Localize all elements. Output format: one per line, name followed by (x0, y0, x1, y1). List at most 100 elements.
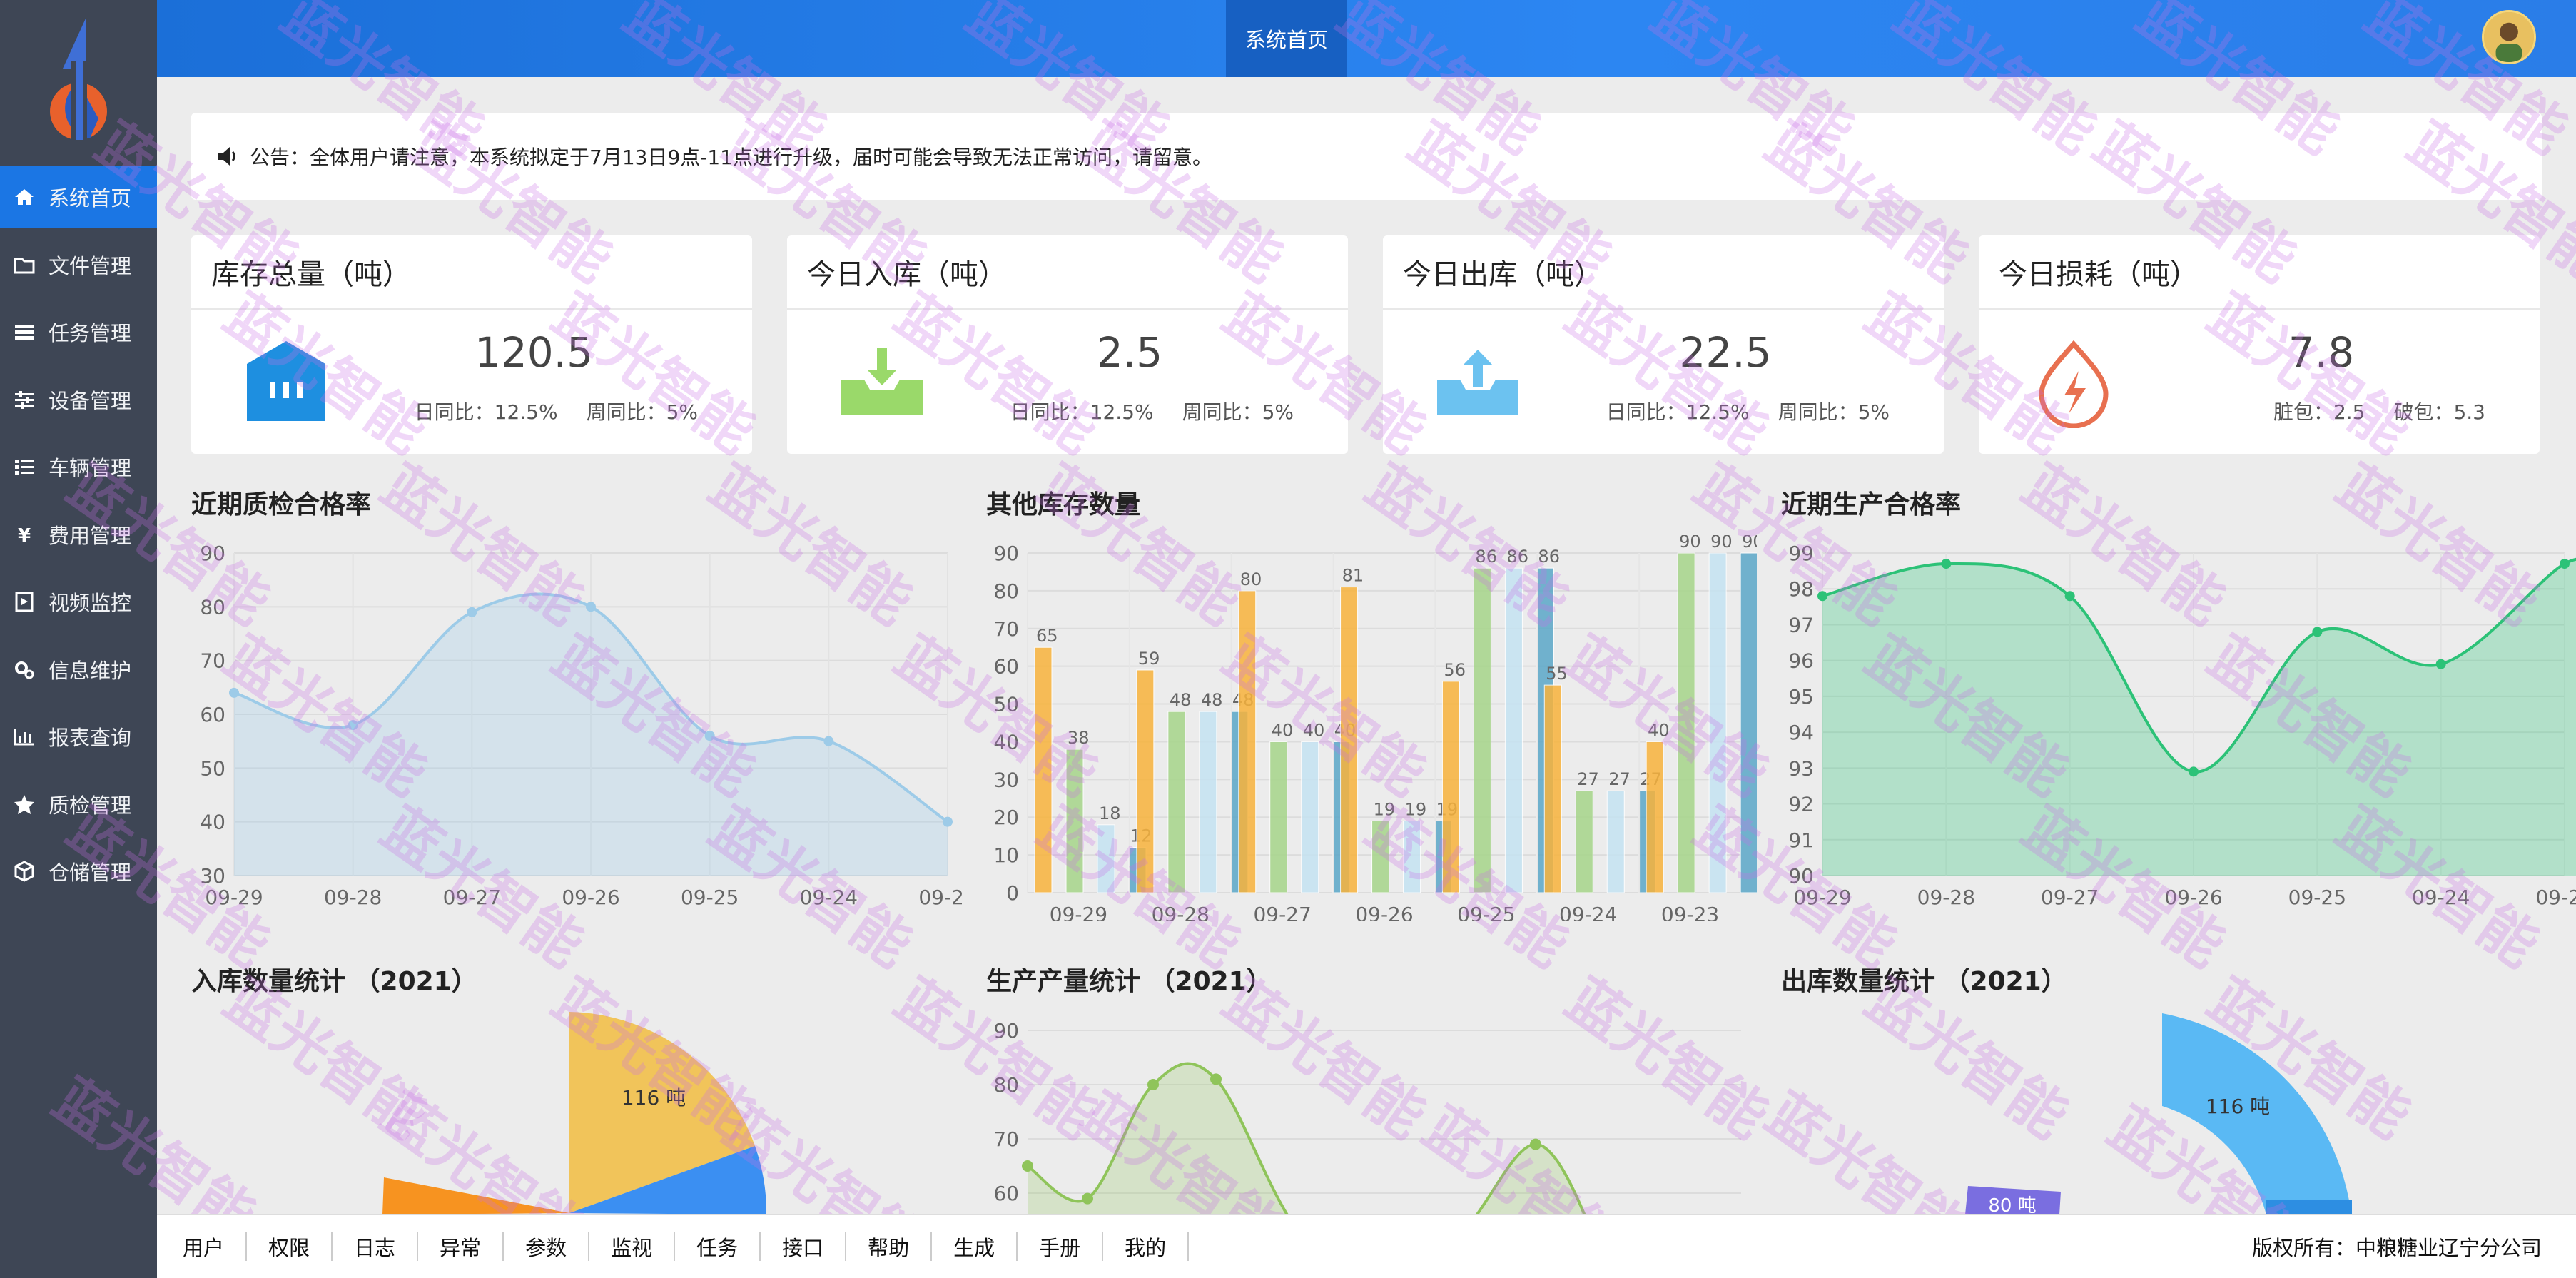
footer-link-11[interactable]: 我的 (1103, 1232, 1190, 1261)
x-tick-label: 09-28 (324, 886, 382, 909)
bar (1606, 790, 1625, 893)
y-tick-label: 30 (993, 768, 1019, 791)
bar (1371, 821, 1390, 893)
panel-title-production: 近期生产合格率 (1781, 490, 1962, 519)
data-point (2435, 659, 2446, 669)
sidebar-item-label: 设备管理 (49, 388, 132, 413)
bar-label: 90 (1679, 535, 1701, 552)
y-tick-label: 40 (993, 730, 1019, 754)
card-divider (787, 308, 1348, 310)
bar (1269, 741, 1288, 893)
card-sub-1: 日同比：12.5% (1606, 400, 1750, 424)
x-tick-label: 09-26 (562, 886, 619, 909)
y-tick-label: 50 (200, 756, 225, 780)
y-tick-label: 93 (1788, 756, 1814, 780)
footer-link-6[interactable]: 任务 (675, 1232, 761, 1261)
footer-link-7[interactable]: 接口 (761, 1232, 847, 1261)
footer-link-2[interactable]: 日志 (333, 1232, 419, 1261)
footer: 用户 权限 日志 异常 参数 监视 任务 接口 帮助 生成 手册 我的 版权所有：中粮糖业辽宁分公司 (157, 1214, 2576, 1278)
sidebar-item-8[interactable]: 报表查询 (0, 705, 157, 768)
bar (1543, 684, 1562, 893)
footer-link-8[interactable]: 帮助 (846, 1232, 933, 1261)
bar (1034, 646, 1053, 893)
data-point (229, 687, 239, 698)
bar-label: 55 (1546, 664, 1568, 684)
y-tick-label: 80 (993, 579, 1019, 603)
sidebar-item-10[interactable]: 仓储管理 (0, 840, 157, 903)
notice-bar: 公告：全体用户请注意，本系统拟定于7月13日9点-11点进行升级，届时可能会导致… (191, 113, 2542, 200)
data-point (348, 720, 358, 731)
data-point (823, 736, 834, 746)
stat-card-2[interactable]: 今日出库（吨） 22.5 日同比：12.5% 周同比：5% (1383, 235, 1944, 454)
x-tick-label: 09-29 (1793, 886, 1851, 909)
bar (1340, 587, 1359, 893)
data-point (2189, 766, 2199, 777)
bar-label: 56 (1444, 660, 1466, 680)
y-tick-label: 91 (1788, 828, 1814, 852)
card-sub-2: 破包：5.3 (2393, 400, 2485, 424)
inbox-upload-icon (1437, 350, 1518, 415)
card-sub-1: 日同比：12.5% (414, 400, 558, 424)
chart-output-area: 90 80 70 60 (993, 1019, 1741, 1214)
footer-link-3[interactable]: 异常 (418, 1232, 504, 1261)
bar-label: 18 (1099, 803, 1121, 823)
data-point (704, 731, 715, 741)
sliders-icon (10, 385, 39, 414)
y-tick-label: 0 (1006, 881, 1019, 905)
sidebar-item-0[interactable]: 系统首页 (0, 166, 157, 228)
card-comparison: 日同比：12.5% 周同比：5% (982, 397, 1294, 425)
footer-link-9[interactable]: 生成 (932, 1232, 1018, 1261)
chart-inbound-pie: 116 吨 (382, 1012, 767, 1214)
sidebar-item-6[interactable]: 视频监控 (0, 570, 157, 633)
donut-label: 116 吨 (2206, 1095, 2270, 1118)
bar (1473, 567, 1491, 893)
card-divider (1979, 308, 2540, 310)
sidebar-item-label: 仓储管理 (49, 861, 132, 885)
sidebar-item-label: 任务管理 (49, 321, 132, 345)
area-fill (1822, 559, 2576, 876)
sidebar-item-4[interactable]: 车辆管理 (0, 435, 157, 498)
bar-label: 86 (1475, 547, 1497, 567)
x-tick-label: 09-27 (1253, 903, 1311, 921)
footer-link-0[interactable]: 用户 (157, 1232, 248, 1261)
bar (1708, 552, 1727, 893)
y-tick-label: 98 (1788, 577, 1814, 601)
sidebar-item-9[interactable]: 质检管理 (0, 773, 157, 836)
footer-link-5[interactable]: 监视 (589, 1232, 676, 1261)
footer-link-4[interactable]: 参数 (504, 1232, 590, 1261)
user-avatar-icon (2484, 12, 2534, 62)
sidebar-item-2[interactable]: 任务管理 (0, 300, 157, 363)
sidebar-item-7[interactable]: 信息维护 (0, 638, 157, 701)
bar-label: 90 (1710, 535, 1733, 552)
bar-chart-icon (10, 722, 39, 751)
x-tick-label: 09-28 (1152, 903, 1210, 921)
avatar[interactable] (2482, 10, 2536, 64)
sidebar-item-5[interactable]: ¥ 费用管理 (0, 503, 157, 566)
footer-link-10[interactable]: 手册 (1018, 1232, 1104, 1261)
bar (1504, 567, 1523, 893)
stat-card-1[interactable]: 今日入库（吨） 2.5 日同比：12.5% 周同比：5% (787, 235, 1348, 454)
sidebar-item-label: 费用管理 (49, 523, 132, 548)
sidebar-item-1[interactable]: 文件管理 (0, 233, 157, 296)
sidebar-item-3[interactable]: 设备管理 (0, 368, 157, 431)
stat-card-0[interactable]: 库存总量（吨） 120.5 日同比：12.5% 周同比：5% (191, 235, 752, 454)
y-tick-label: 20 (993, 806, 1019, 829)
data-point (1147, 1079, 1159, 1090)
x-tick-label: 09-28 (1917, 886, 1975, 909)
footer-link-1[interactable]: 权限 (247, 1232, 333, 1261)
stat-card-3[interactable]: 今日损耗（吨） 7.8 脏包：2.5 破包：5.3 (1979, 235, 2540, 454)
y-tick-label: 96 (1788, 649, 1814, 673)
card-sub-2: 周同比：5% (1778, 400, 1890, 424)
y-tick-label: 95 (1788, 685, 1814, 709)
bar-label: 81 (1342, 566, 1364, 586)
tab-home[interactable]: 系统首页 (1226, 0, 1347, 77)
sidebar: 系统首页 文件管理任务管理设备管理车辆管理 ¥ 费用管理 视频监控 信息维护 报表查询 质检管… (0, 0, 157, 1278)
card-value: 7.8 (2288, 328, 2355, 377)
y-tick-label: 80 (993, 1073, 1019, 1097)
notice-text: 公告：全体用户请注意，本系统拟定于7月13日9点-11点进行升级，届时可能会导致… (250, 146, 1212, 169)
bar-label: 48 (1201, 690, 1223, 710)
y-tick-label: 90 (993, 542, 1019, 565)
data-point (1941, 559, 1952, 569)
bar (1238, 590, 1257, 893)
warehouse-icon (247, 341, 325, 421)
